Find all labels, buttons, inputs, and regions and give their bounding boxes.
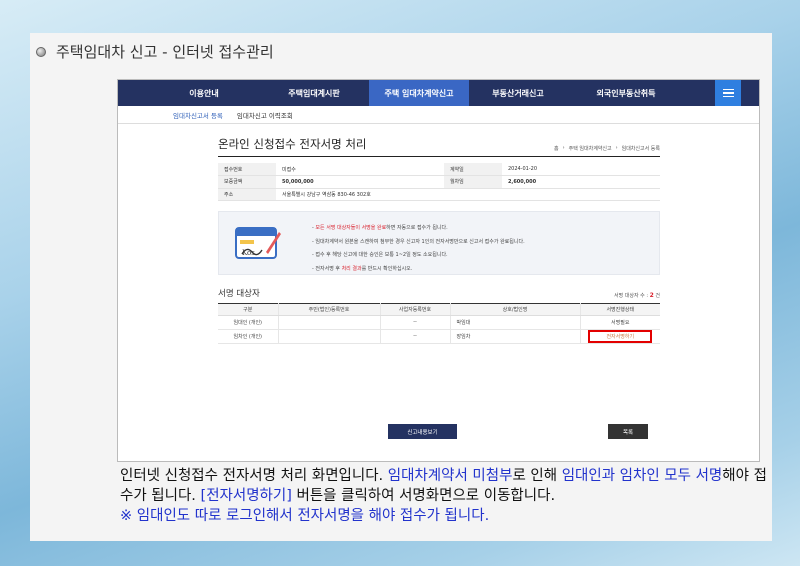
table-row: 임차인 (개인) -- 장임차 전자서명하기 [218, 329, 660, 344]
status-text: 서명필요 [580, 315, 660, 330]
value-address: 서울특별시 강남구 역삼동 830-46 302호 [276, 188, 660, 201]
nav-item-realestate-report[interactable]: 부동산거래신고 [473, 80, 563, 106]
table-header-row: 구분 주민(법인)등록번호 사업자등록번호 상호/법인명 서명진행상태 [218, 303, 660, 316]
table-row: 주소 서울특별시 강남구 역삼동 830-46 302호 [218, 188, 660, 201]
label-receipt-no: 접수번호 [218, 163, 276, 176]
contract-info-table: 접수번호 미접수 계약일 2024-01-20 보증금액 50,000,000 … [218, 163, 660, 201]
nav-item-board[interactable]: 주택임대계시판 [259, 80, 369, 106]
list-button[interactable]: 목록 [608, 424, 648, 439]
breadcrumb: 홈 › 주택 임대차계약신고 › 임대차신고서 등록 [554, 145, 660, 152]
subnav-history[interactable]: 임대차신고 이력조회 [237, 110, 293, 120]
caption-note: ※ 임대인도 따로 로그인해서 전자서명을 해야 접수가 됩니다. [120, 508, 490, 524]
notice-item: - 전자서명 후 처리 결과를 반드시 확인하십시오. [312, 265, 413, 272]
main-content: 온라인 신청접수 전자서명 처리 홈 › 주택 임대차계약신고 › 임대차신고서… [218, 136, 660, 439]
subnav-register[interactable]: 임대차신고서 등록 [173, 110, 223, 120]
screenshot-frame: 이용안내 주택임대계시판 주택 임대차계약신고 부동산거래신고 외국인부동산취득… [117, 79, 760, 462]
svg-text:Kos: Kos [242, 249, 255, 257]
notice-item: - 접수 후 해당 신고에 대한 승인은 보통 1~2일 정도 소요됩니다. [312, 252, 448, 258]
value-receipt-no: 미접수 [276, 163, 444, 176]
notice-box: Kos - 모든 서명 대상자들이 서명을 완료하면 자동으로 접수가 됩니다.… [218, 211, 660, 275]
e-sign-button[interactable]: 전자서명하기 [588, 329, 653, 343]
label-address: 주소 [218, 188, 276, 201]
view-report-button[interactable]: 신고내용보기 [388, 424, 457, 439]
bullet-icon [36, 46, 46, 57]
slide-title-text: 주택임대차 신고 - 인터넷 접수관리 [56, 43, 274, 61]
table-row: 접수번호 미접수 계약일 2024-01-20 [218, 163, 660, 176]
notice-list: - 모든 서명 대상자들이 서명을 완료하면 자동으로 접수가 됩니다. - 임… [312, 222, 525, 276]
slide-title: 주택임대차 신고 - 인터넷 접수관리 [36, 41, 274, 62]
value-contract-date: 2024-01-20 [501, 163, 660, 176]
label-contract-date: 계약일 [443, 163, 502, 176]
slide: 주택임대차 신고 - 인터넷 접수관리 이용안내 주택임대계시판 주택 임대차계… [30, 33, 772, 541]
value-deposit: 50,000,000 [276, 175, 444, 189]
home-link[interactable]: 홈 [554, 145, 559, 152]
breadcrumb-current: 임대차신고서 등록 [621, 146, 660, 152]
page-title: 온라인 신청접수 전자서명 처리 [218, 137, 367, 151]
signers-title: 서명 대상자 [218, 289, 260, 299]
main-nav: 이용안내 주택임대계시판 주택 임대차계약신고 부동산거래신고 외국인부동산취득 [118, 80, 759, 106]
table-row: 임대인 (개인) -- 박임대 서명필요 [218, 315, 660, 330]
nav-item-foreign[interactable]: 외국인부동산취득 [571, 80, 681, 106]
sub-nav: 임대차신고서 등록 임대차신고 이력조회 [118, 106, 759, 124]
notice-item: - 모든 서명 대상자들이 서명을 완료하면 자동으로 접수가 됩니다. [312, 225, 448, 231]
value-monthly-rent: 2,600,000 [501, 175, 660, 189]
menu-icon[interactable] [715, 80, 741, 106]
nav-item-lease-report[interactable]: 주택 임대차계약신고 [369, 80, 469, 106]
label-deposit: 보증금액 [218, 175, 276, 189]
signers-table: 구분 주민(법인)등록번호 사업자등록번호 상호/법인명 서명진행상태 임대인 … [218, 303, 660, 344]
nav-item-guide[interactable]: 이용안내 [173, 80, 235, 106]
table-row: 보증금액 50,000,000 월차임 2,600,000 [218, 175, 660, 189]
signer-count: 서명 대상자 수 : 2 건 [613, 292, 660, 299]
contract-sign-icon: Kos [235, 227, 281, 259]
notice-item: - 임대차계약서 원본을 스캔하여 첨부한 경우 신고자 1인의 전자서명만으로… [312, 238, 525, 245]
caption: 인터넷 신청접수 전자서명 처리 화면입니다. 임대차계약서 미첨부로 인해 임… [120, 468, 767, 524]
breadcrumb-item[interactable]: 주택 임대차계약신고 [569, 145, 612, 152]
label-monthly-rent: 월차임 [443, 175, 502, 189]
